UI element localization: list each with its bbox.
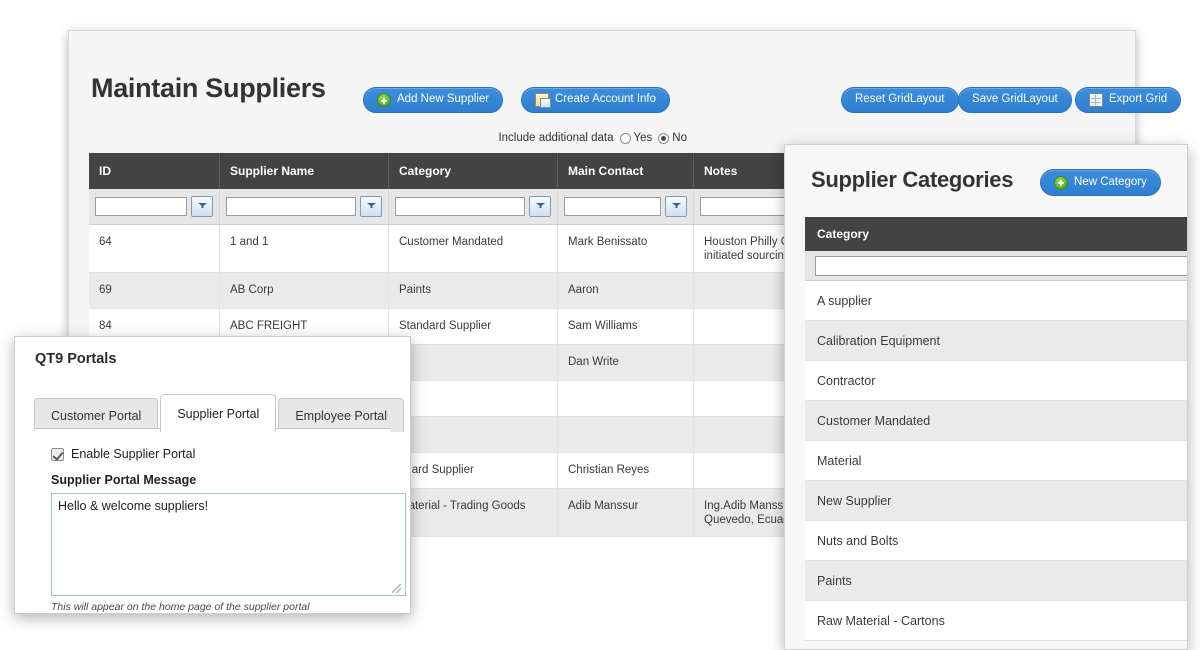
screen: Maintain Suppliers Add New Supplier Crea…: [0, 0, 1200, 650]
filter-input-main-contact[interactable]: [564, 197, 661, 216]
reset-grid-layout-label: Reset GridLayout: [855, 93, 945, 106]
new-category-label: New Category: [1074, 175, 1147, 188]
supplier-portal-message-hint: This will appear on the home page of the…: [51, 601, 310, 613]
cell-main-contact: Aaron: [558, 273, 694, 308]
create-account-info-button[interactable]: Create Account Info: [521, 87, 671, 113]
supplier-portal-tab-panel: Enable Supplier Portal Supplier Portal M…: [34, 428, 406, 613]
column-header-supplier-name[interactable]: Supplier Name: [220, 153, 389, 189]
enable-supplier-portal-checkbox[interactable]: [51, 447, 64, 461]
export-grid-button[interactable]: Export Grid: [1075, 87, 1182, 113]
filter-icon-supplier-name[interactable]: [360, 196, 382, 217]
list-item[interactable]: New Supplier: [805, 481, 1187, 521]
export-grid-label: Export Grid: [1109, 93, 1168, 106]
categories-panel-title: Supplier Categories: [811, 167, 1014, 192]
filter-cell-main-contact: [558, 189, 694, 224]
cell-supplier-name: 1 and 1: [220, 225, 389, 272]
cell-main-contact: Christian Reyes: [558, 453, 694, 488]
dialog-title: QT9 Portals: [35, 351, 117, 367]
portal-tabs: Customer Portal Supplier Portal Employee…: [34, 394, 406, 432]
plus-circle-icon: [1054, 175, 1068, 190]
supplier-portal-message-label: Supplier Portal Message: [51, 473, 197, 487]
reset-grid-layout-button[interactable]: Reset GridLayout: [841, 87, 959, 113]
filter-input-category[interactable]: [395, 197, 525, 216]
save-grid-layout-button[interactable]: Save GridLayout: [958, 87, 1072, 113]
list-item[interactable]: Material: [805, 441, 1187, 481]
cell-main-contact: Dan Write: [558, 345, 694, 380]
list-item[interactable]: Customer Mandated: [805, 401, 1187, 441]
resize-grip-icon[interactable]: [392, 584, 401, 593]
radio-no[interactable]: [658, 132, 670, 144]
list-item[interactable]: Nuts and Bolts: [805, 521, 1187, 561]
add-new-supplier-button[interactable]: Add New Supplier: [363, 87, 504, 113]
include-additional-data-row: Include additional data Yes No: [498, 132, 687, 144]
add-new-supplier-label: Add New Supplier: [397, 93, 490, 106]
cell-main-contact: [558, 381, 694, 416]
tab-employee-portal[interactable]: Employee Portal: [278, 398, 405, 432]
list-item[interactable]: A supplier: [805, 281, 1187, 321]
cell-category: Material - Trading Goods: [389, 489, 558, 536]
cell-category: [389, 345, 558, 380]
cell-main-contact: Adib Manssur: [558, 489, 694, 536]
filter-input-supplier-name[interactable]: [226, 197, 356, 216]
radio-yes-label: Yes: [633, 132, 653, 144]
radio-no-label: No: [672, 132, 687, 144]
categories-filter-row: [805, 251, 1187, 281]
filter-icon-main-contact[interactable]: [665, 196, 687, 217]
filter-icon-category[interactable]: [529, 196, 551, 217]
radio-yes[interactable]: [619, 132, 631, 144]
include-additional-data-label: Include additional data: [498, 132, 614, 144]
qt9-portals-dialog: QT9 Portals Customer Portal Supplier Por…: [14, 336, 411, 614]
list-item[interactable]: Paints: [805, 561, 1187, 601]
cell-id: 64: [89, 225, 220, 272]
filter-input-id[interactable]: [95, 197, 187, 216]
filter-cell-id: [89, 189, 220, 224]
tab-supplier-portal[interactable]: Supplier Portal: [160, 394, 277, 432]
cell-supplier-name: AB Corp: [220, 273, 389, 308]
categories-filter-input[interactable]: [815, 255, 1187, 276]
categories-grid: Category A supplier Calibration Equipmen…: [805, 217, 1187, 641]
document-icon: [535, 93, 551, 108]
supplier-categories-panel: Supplier Categories Category A supplier …: [784, 144, 1188, 650]
plus-circle-icon: [377, 93, 391, 107]
cell-main-contact: Mark Benissato: [558, 225, 694, 272]
filter-cell-supplier-name: [220, 189, 389, 224]
cell-category: Paints: [389, 273, 558, 308]
cell-category: ndard Supplier: [389, 453, 558, 488]
filter-icon-id[interactable]: [191, 196, 213, 217]
list-item[interactable]: Contractor: [805, 361, 1187, 401]
new-category-button[interactable]: New Category: [1040, 169, 1161, 196]
cell-category: [389, 381, 558, 416]
cell-main-contact: [558, 417, 694, 452]
categories-column-header[interactable]: Category: [805, 217, 1187, 251]
cell-category: [389, 417, 558, 452]
include-additional-data-no-option[interactable]: No: [658, 132, 687, 144]
cell-id: 69: [89, 273, 220, 308]
page-title: Maintain Suppliers: [91, 73, 326, 103]
enable-supplier-portal-row[interactable]: Enable Supplier Portal: [51, 447, 195, 461]
create-account-info-label: Create Account Info: [555, 93, 657, 106]
supplier-portal-message-input[interactable]: Hello & welcome suppliers!: [51, 493, 406, 596]
save-grid-layout-label: Save GridLayout: [972, 93, 1058, 106]
include-additional-data-yes-option[interactable]: Yes: [619, 132, 653, 144]
column-header-main-contact[interactable]: Main Contact: [558, 153, 694, 189]
list-item[interactable]: Raw Material - Cartons: [805, 601, 1187, 641]
cell-category: Customer Mandated: [389, 225, 558, 272]
column-header-id[interactable]: ID: [89, 153, 220, 189]
filter-cell-category: [389, 189, 558, 224]
list-item[interactable]: Calibration Equipment: [805, 321, 1187, 361]
enable-supplier-portal-label: Enable Supplier Portal: [71, 447, 196, 461]
spreadsheet-icon: [1089, 93, 1103, 107]
tab-customer-portal[interactable]: Customer Portal: [34, 398, 159, 432]
cell-category: Standard Supplier: [389, 309, 558, 344]
column-header-category[interactable]: Category: [389, 153, 558, 189]
cell-main-contact: Sam Williams: [558, 309, 694, 344]
